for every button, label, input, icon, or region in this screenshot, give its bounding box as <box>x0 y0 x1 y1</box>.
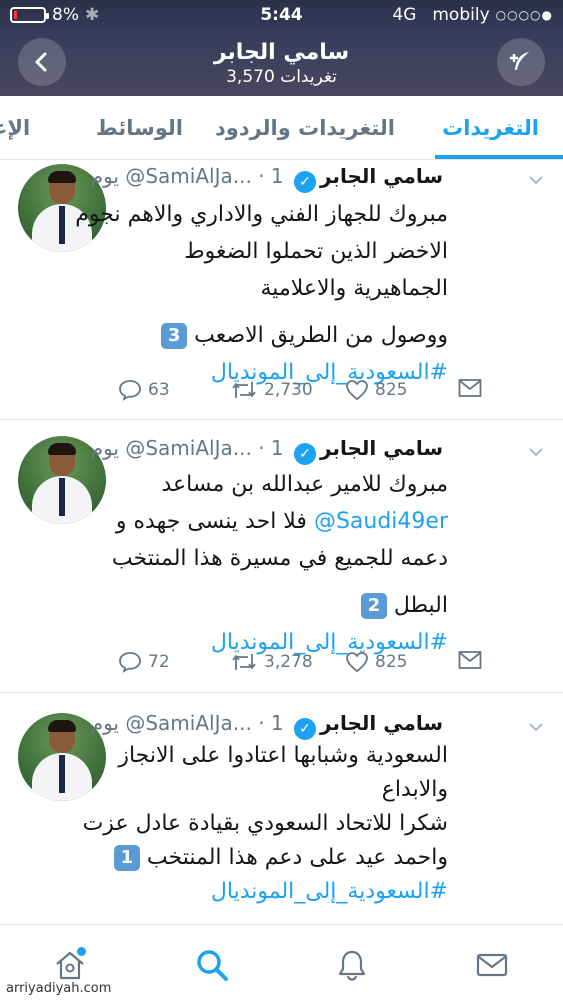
number-badge: 2 <box>360 593 387 619</box>
verified-badge-icon: ✓ <box>294 443 316 465</box>
tweet-actions: 63 2,730 825 <box>0 378 563 408</box>
like-count: 825 <box>375 652 408 672</box>
mention-link[interactable]: @Saudi49er <box>314 509 448 534</box>
hashtag-link[interactable]: #السعودية_إلى_المونديال <box>32 875 448 909</box>
tweet-text-line: الجماهيرية والاعلامية <box>260 276 448 301</box>
notification-dot <box>77 947 86 956</box>
bottom-navigation: arriyadiyah.com <box>0 924 563 1000</box>
tweet-author-handle: @SamiAlJa... <box>125 711 252 735</box>
nav-home[interactable] <box>50 945 90 985</box>
number-badge: 1 <box>113 845 140 871</box>
tweet-text-line: دعمه للجميع في مسيرة هذا المنتخب <box>111 546 448 571</box>
retweet-count: 3,278 <box>264 652 313 672</box>
active-tab-indicator <box>435 155 563 159</box>
tab-media[interactable]: الوسائط <box>96 116 183 140</box>
chevron-down-icon[interactable] <box>526 717 546 737</box>
nav-messages[interactable] <box>472 945 512 985</box>
tweet-text-line: ووصول من الطريق الاصعب 3 <box>32 317 448 354</box>
profile-name: سامي الجابر <box>213 40 350 65</box>
reply-count: 72 <box>148 652 170 672</box>
tweet-text-line: والابداع <box>381 777 448 802</box>
tweet[interactable]: سامي الجابر✓ @SamiAlJa... · 1 يوم مبروك … <box>0 160 563 420</box>
tweet-text-line: مبروك للجهاز الفني والاداري والاهم نجوم <box>75 202 448 227</box>
reply-icon <box>119 380 141 401</box>
watermark: arriyadiyah.com <box>6 981 112 996</box>
tweet-text-line: @Saudi49er فلا احد ينسى جهده و <box>115 509 448 534</box>
retweet-count: 2,730 <box>264 380 313 400</box>
tweet-header: سامي الجابر✓ @SamiAlJa... · 1 يوم <box>91 164 443 194</box>
profile-header: 8% ✱ 5:44 4G mobily ○○○○● سامي الجابر 3,… <box>0 0 563 96</box>
reply-count: 63 <box>148 380 170 400</box>
tweet-header: سامي الجابر✓ @SamiAlJa... · 1 يوم <box>91 711 443 741</box>
reply-button[interactable]: 63 <box>118 378 170 402</box>
tab-tweets-and-replies[interactable]: التغريدات والردود <box>215 116 395 140</box>
network-type: 4G <box>392 5 417 25</box>
tweet-text-line: شكرا للاتحاد السعودي بقيادة عادل عزت <box>82 811 448 836</box>
back-button[interactable] <box>18 38 66 86</box>
direct-message-button[interactable] <box>458 378 482 398</box>
bell-icon <box>338 950 366 981</box>
reply-icon <box>119 652 141 673</box>
status-bar: 8% ✱ 5:44 4G mobily ○○○○● <box>0 0 563 30</box>
nav-notifications[interactable] <box>332 945 372 985</box>
tweet-text: مبروك للجهاز الفني والاداري والاهم نجوم … <box>32 196 448 391</box>
nav-search[interactable] <box>192 945 232 985</box>
tweet[interactable]: سامي الجابر✓ @SamiAlJa... · 1 يوم السعود… <box>0 693 563 924</box>
verified-badge-icon: ✓ <box>294 718 316 740</box>
direct-message-button[interactable] <box>458 650 482 670</box>
tweet-count: 3,570 <box>226 67 275 87</box>
tweet[interactable]: سامي الجابر✓ @SamiAlJa... · 1 يوم مبروك … <box>0 420 563 693</box>
verified-badge-icon: ✓ <box>294 171 316 193</box>
retweet-icon <box>232 382 256 398</box>
compose-tweet-button[interactable] <box>497 38 545 86</box>
chevron-left-icon <box>35 52 47 72</box>
profile-tabs: التغريدات التغريدات والردود الوسائط الإع… <box>0 96 563 160</box>
tweet-dot: · <box>258 436 265 460</box>
tweet-author-name[interactable]: سامي الجابر <box>320 711 443 735</box>
envelope-icon <box>458 379 482 397</box>
search-icon <box>197 950 228 981</box>
tweet-header: سامي الجابر✓ @SamiAlJa... · 1 يوم <box>91 436 443 466</box>
tweet-author-handle: @SamiAlJa... <box>125 164 252 188</box>
tweet-actions: 72 3,278 825 <box>0 650 563 680</box>
number-badge: 3 <box>161 323 188 349</box>
reply-button[interactable]: 72 <box>118 650 170 674</box>
tweet-count-line: 3,570 تغريدات <box>120 66 443 88</box>
like-count: 825 <box>375 380 408 400</box>
tweet-text-line: البطل 2 <box>32 587 448 624</box>
retweet-button[interactable]: 2,730 <box>230 378 313 402</box>
heart-icon <box>346 652 368 673</box>
envelope-icon <box>458 651 482 669</box>
signal-strength-icon: ○○○○● <box>495 8 553 22</box>
carrier-name: mobily <box>432 5 490 25</box>
tweet-text: مبروك للامير عبدالله بن مساعد @Saudi49er… <box>32 466 448 661</box>
tweet-text-line: مبروك للامير عبدالله بن مساعد <box>161 472 448 497</box>
tweet-text-line: السعودية وشبابها اعتادوا على الانجاز <box>118 743 448 768</box>
mail-icon <box>476 953 508 977</box>
tab-tweets[interactable]: التغريدات <box>442 116 539 140</box>
tab-likes[interactable]: الإعجا <box>0 116 30 140</box>
tweet-text-line: الاخضر الذين تحملوا الضغوط <box>184 239 448 264</box>
tweet-author-handle: @SamiAlJa... <box>125 436 252 460</box>
feather-plus-icon <box>510 52 529 70</box>
chevron-down-icon[interactable] <box>526 170 546 190</box>
retweet-button[interactable]: 3,278 <box>230 650 313 674</box>
tweet-dot: · <box>258 711 265 735</box>
tweet-text: السعودية وشبابها اعتادوا على الانجاز وال… <box>32 739 448 909</box>
heart-icon <box>346 380 368 401</box>
chevron-down-icon[interactable] <box>526 442 546 462</box>
tweet-dot: · <box>258 164 265 188</box>
like-button[interactable]: 825 <box>345 378 407 402</box>
tweet-count-label: تغريدات <box>280 67 337 87</box>
retweet-icon <box>232 654 256 670</box>
like-button[interactable]: 825 <box>345 650 407 674</box>
tweet-author-name[interactable]: سامي الجابر <box>320 164 443 188</box>
tweet-text-line: واحمد عيد على دعم هذا المنتخب 1 <box>32 841 448 875</box>
tweet-author-name[interactable]: سامي الجابر <box>320 436 443 460</box>
